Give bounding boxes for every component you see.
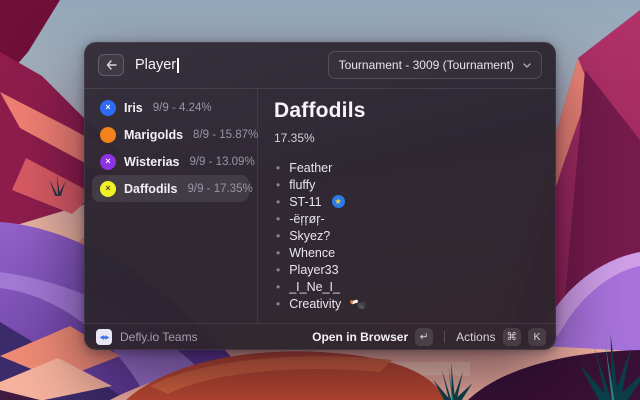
team-icon-circle (100, 127, 116, 143)
team-meta: 9/9 - 17.35% (187, 183, 252, 195)
bullet-icon: • (276, 179, 280, 191)
open-in-browser-button[interactable]: Open in Browser (312, 330, 408, 344)
team-row-marigolds[interactable]: Marigolds 8/9 - 15.87% (92, 121, 249, 148)
detail-title: Daffodils (274, 99, 540, 123)
action-bar: Defly.io Teams Open in Browser ↵ Actions… (84, 323, 556, 350)
team-name: Wisterias (124, 155, 179, 169)
team-icon-x-circle: × (100, 181, 116, 197)
return-key-icon: ↵ (415, 328, 433, 346)
desktop: Player Tournament - 3009 (Tournament) × … (0, 0, 640, 400)
search-bar: Player Tournament - 3009 (Tournament) (84, 42, 556, 89)
member-item: •_I_Ne_I_ (276, 278, 540, 295)
bullet-icon: • (276, 230, 280, 242)
bullet-icon: • (276, 196, 280, 208)
member-item: •Feather (276, 159, 540, 176)
team-detail-panel: Daffodils 17.35% •Feather •fluffy •ST-11… (258, 89, 556, 323)
search-input-value: Player (135, 57, 176, 73)
member-item: •-ëŗŗøŗ- (276, 210, 540, 227)
app-name-label: Defly.io Teams (120, 330, 198, 344)
team-name: Iris (124, 101, 143, 115)
bullet-icon: • (276, 162, 280, 174)
command-key-icon: ⌘ (503, 328, 522, 346)
tournament-dropdown-value: Tournament - 3009 (Tournament) (339, 58, 514, 72)
team-meta: 8/9 - 15.87% (193, 129, 258, 141)
bullet-icon: • (276, 247, 280, 259)
team-icon-x-circle: × (100, 100, 116, 116)
detail-percentage: 17.35% (274, 131, 540, 145)
k-key-icon: K (528, 328, 546, 346)
footer-divider (444, 331, 445, 343)
defly-app-icon (96, 329, 112, 345)
team-name: Marigolds (124, 128, 183, 142)
team-row-daffodils[interactable]: × Daffodils 9/9 - 17.35% (92, 175, 249, 202)
member-item: •ST-11 ★ (276, 193, 540, 210)
member-item: •Whence (276, 244, 540, 261)
results-area: × Iris 9/9 - 4.24% Marigolds 8/9 - 15.87… (84, 89, 556, 323)
member-item: •fluffy (276, 176, 540, 193)
member-item: •Player33 (276, 261, 540, 278)
actions-button[interactable]: Actions (456, 330, 495, 344)
chevron-down-icon (523, 63, 531, 68)
team-list: × Iris 9/9 - 4.24% Marigolds 8/9 - 15.87… (84, 89, 258, 323)
bullet-icon: • (276, 281, 280, 293)
bullet-icon: • (276, 298, 280, 310)
blue-star-badge-emoji: ★ (332, 195, 345, 208)
left-arrow-icon (106, 60, 117, 70)
member-item: •Skyez? (276, 227, 540, 244)
team-row-iris[interactable]: × Iris 9/9 - 4.24% (92, 94, 249, 121)
team-meta: 9/9 - 13.09% (189, 156, 254, 168)
bullet-icon: • (276, 213, 280, 225)
launcher-window: Player Tournament - 3009 (Tournament) × … (84, 42, 556, 350)
team-icon-x-circle: × (100, 154, 116, 170)
back-button[interactable] (98, 54, 124, 76)
member-list: •Feather •fluffy •ST-11 ★ •-ëŗŗøŗ- •Skye… (276, 159, 540, 312)
team-row-wisterias[interactable]: × Wisterias 9/9 - 13.09% (92, 148, 249, 175)
team-name: Daffodils (124, 182, 177, 196)
team-meta: 9/9 - 4.24% (153, 102, 212, 114)
tournament-dropdown[interactable]: Tournament - 3009 (Tournament) (328, 51, 542, 79)
bullet-icon: • (276, 264, 280, 276)
crayon-smoke-emoji (350, 298, 367, 310)
text-caret (177, 58, 179, 73)
search-input[interactable]: Player (135, 57, 179, 73)
member-item: •Creativity (276, 295, 540, 312)
